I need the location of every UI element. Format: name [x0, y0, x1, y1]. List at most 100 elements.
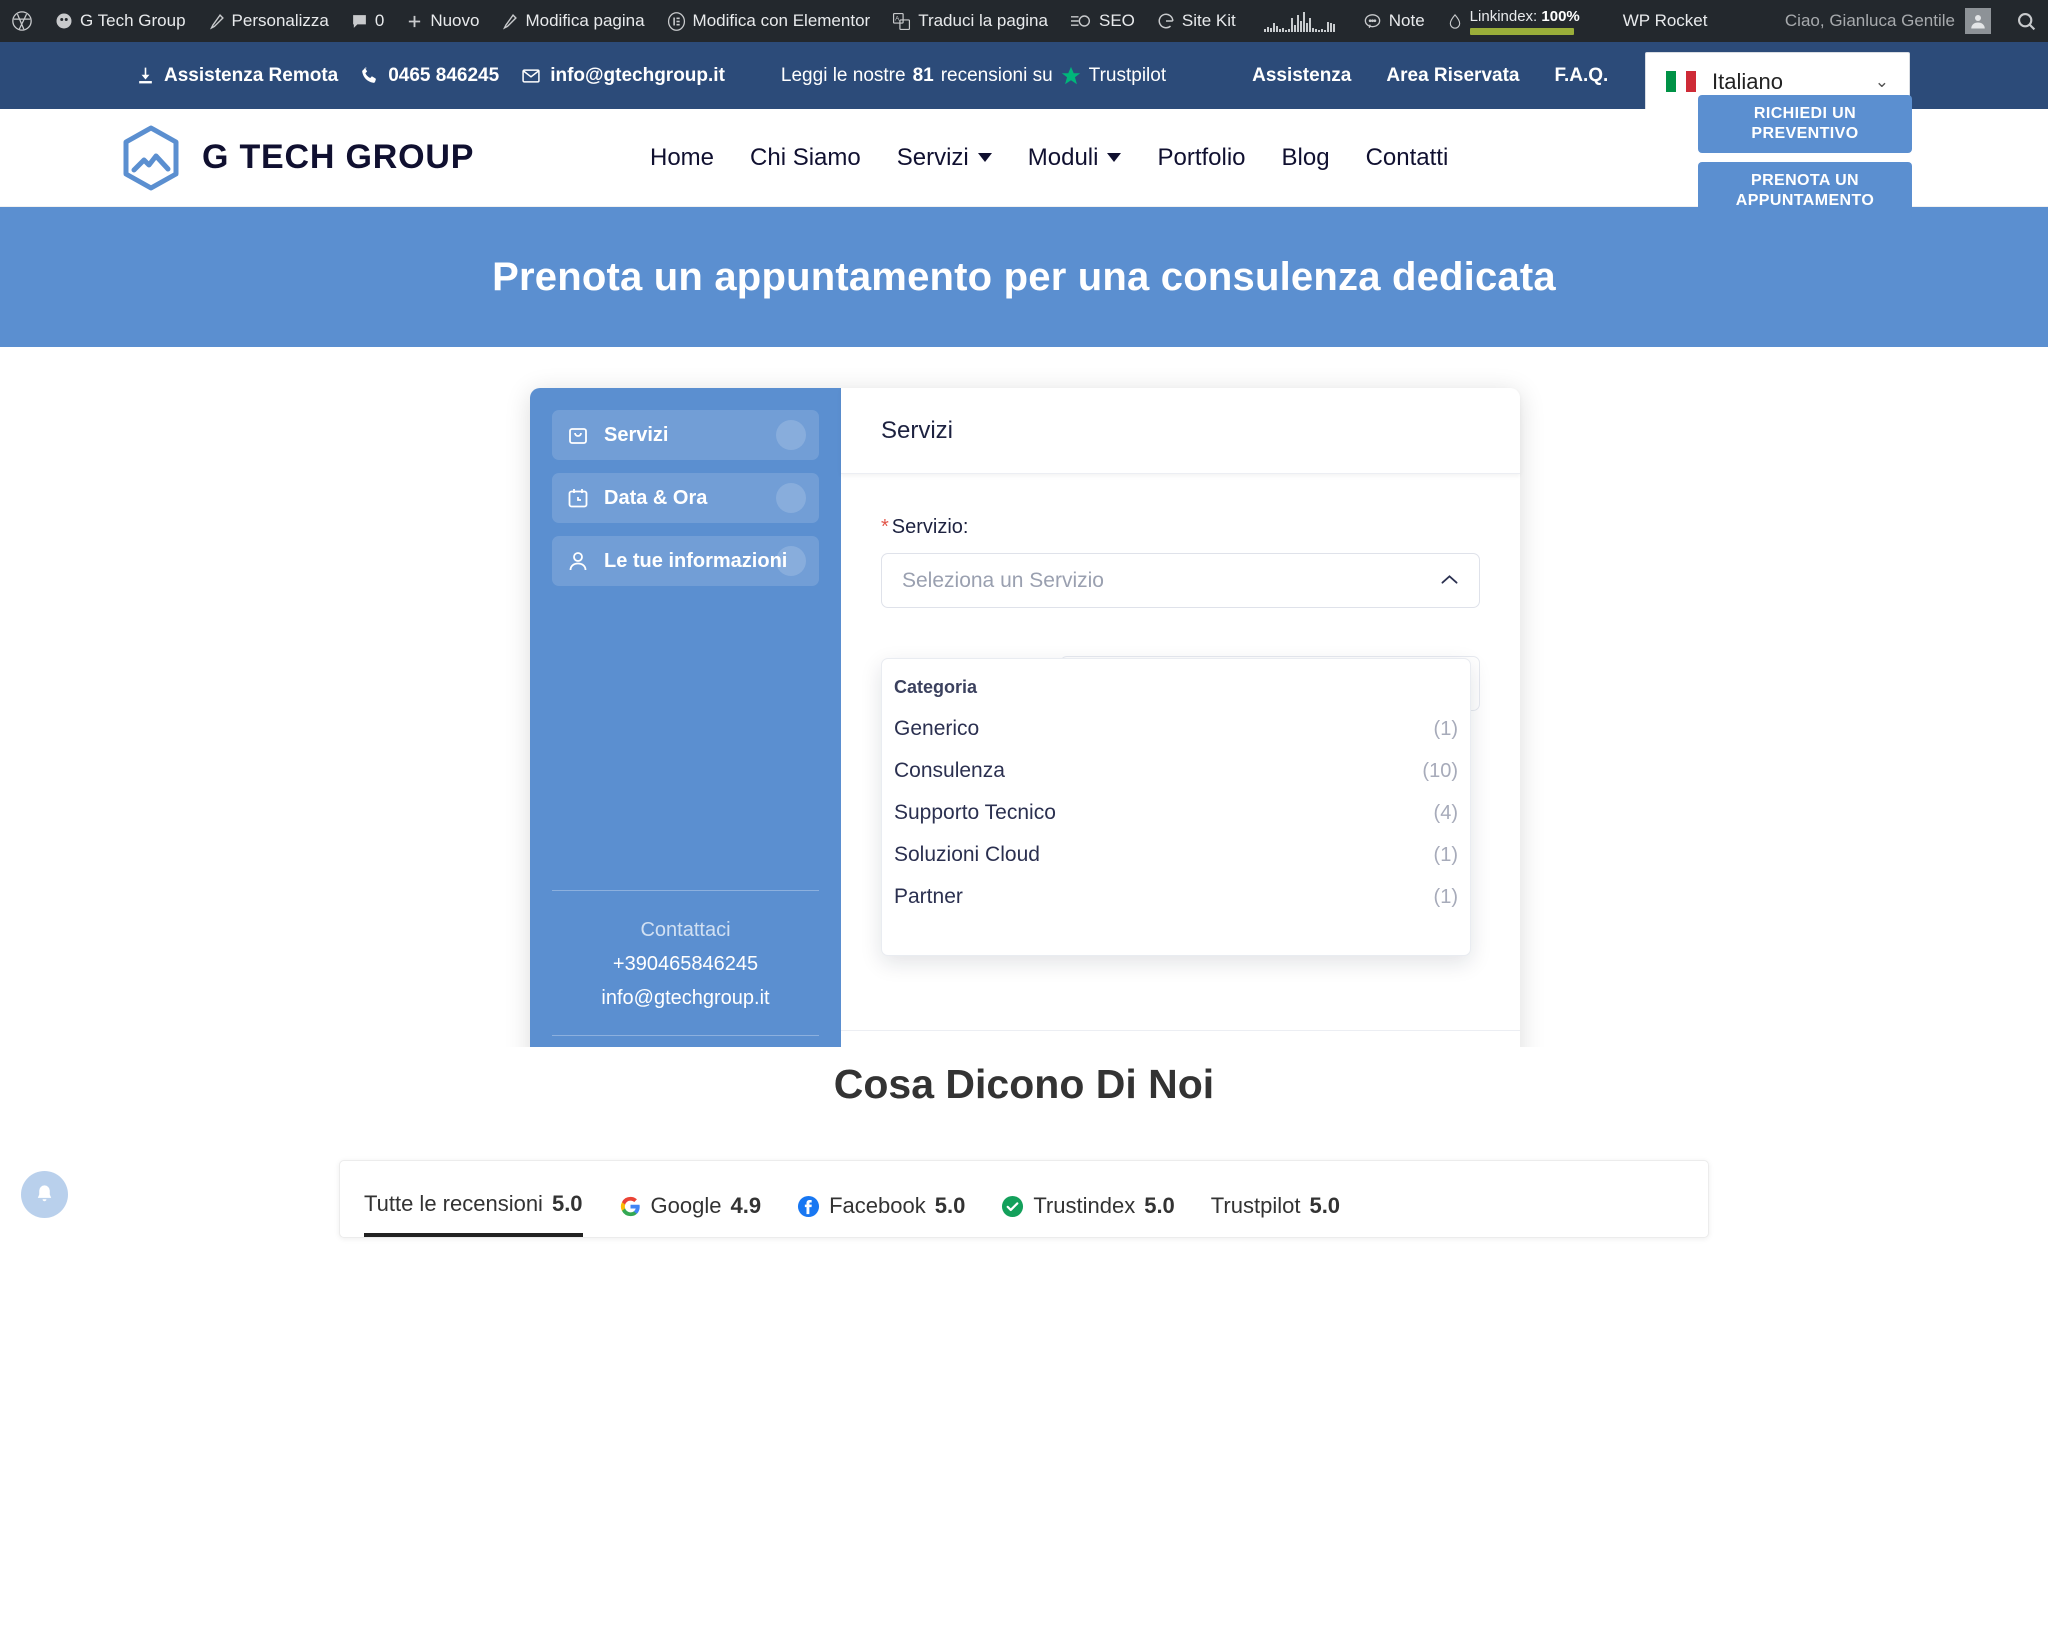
option-count: (1) — [1434, 844, 1458, 867]
bag-icon — [566, 423, 590, 447]
adminbar-item-note[interactable]: Note — [1352, 0, 1436, 42]
step-le-tue-informazioni[interactable]: Le tue informazioni — [552, 536, 819, 586]
logo-text: G TECH GROUP — [202, 138, 474, 177]
tab-google[interactable]: Google 4.9 — [619, 1193, 762, 1235]
nav-label-servizi: Servizi — [897, 144, 969, 172]
gtech-hexagon-logo-icon — [120, 125, 182, 191]
phone-link[interactable]: 0465 846245 — [360, 65, 499, 87]
adminbar-item-new[interactable]: Nuovo — [395, 0, 490, 42]
contact-email[interactable]: info@gtechgroup.it — [552, 981, 819, 1015]
language-label: Italiano — [1712, 69, 1783, 95]
adminbar-item-wp-rocket[interactable]: WP Rocket — [1595, 0, 1719, 42]
dropdown-group-header: Categoria — [882, 677, 1470, 698]
email-link[interactable]: info@gtechgroup.it — [521, 65, 725, 87]
topbar-link-area-riservata[interactable]: Area Riservata — [1386, 65, 1519, 87]
chevron-down-icon — [1107, 153, 1121, 162]
notification-bell-button[interactable] — [21, 1171, 68, 1218]
nav-item-chi-siamo[interactable]: Chi Siamo — [750, 144, 861, 172]
adminbar-item-customize[interactable]: Personalizza — [197, 0, 340, 42]
adminbar-item-elementor[interactable]: Modifica con Elementor — [656, 0, 882, 42]
service-select[interactable]: Seleziona un Servizio — [881, 553, 1480, 608]
topbar-link-assistenza[interactable]: Assistenza — [1252, 65, 1351, 87]
translate-icon: A — [892, 12, 911, 31]
adminbar-greeting[interactable]: Ciao, Gianluca Gentile — [1785, 11, 1965, 31]
trustpilot-reviews-link[interactable]: Leggi le nostre 81 recensioni su Trustpi… — [781, 65, 1166, 87]
remote-support-label: Assistenza Remota — [164, 65, 338, 87]
avatar[interactable] — [1965, 8, 1991, 34]
adminbar-new-label: Nuovo — [430, 11, 479, 31]
adminbar-translate-label: Traduci la pagina — [918, 11, 1048, 31]
step-servizi[interactable]: Servizi — [552, 410, 819, 460]
reviews-mid-text: recensioni su — [941, 65, 1053, 87]
search-icon — [2016, 11, 2037, 32]
adminbar-item-edit-page[interactable]: Modifica pagina — [490, 0, 655, 42]
topbar-link-faq[interactable]: F.A.Q. — [1554, 65, 1608, 87]
nav-label-home: Home — [650, 144, 714, 172]
tab-label: Tutte le recensioni — [364, 1191, 543, 1217]
adminbar-seo-label: SEO — [1099, 11, 1135, 31]
adminbar-site-kit-label: Site Kit — [1182, 11, 1236, 31]
adminbar-item-seo[interactable]: SEO — [1059, 0, 1146, 42]
panel-title: Servizi — [841, 388, 1520, 474]
option-count: (10) — [1422, 760, 1458, 783]
chevron-down-icon: ⌄ — [1875, 72, 1889, 92]
dropdown-option-supporto-tecnico[interactable]: Supporto Tecnico (4) — [882, 792, 1470, 834]
step-data-ora-indicator — [776, 483, 806, 513]
site-logo[interactable]: G TECH GROUP — [120, 125, 474, 191]
main-navigation: Home Chi Siamo Servizi Moduli Portfolio … — [650, 144, 1448, 172]
dropdown-option-generico[interactable]: Generico (1) — [882, 708, 1470, 750]
step-informazioni-label: Le tue informazioni — [604, 550, 787, 573]
nav-item-servizi[interactable]: Servizi — [897, 144, 992, 172]
dropdown-option-soluzioni-cloud[interactable]: Soluzioni Cloud (1) — [882, 834, 1470, 876]
adminbar-item-site[interactable]: G Tech Group — [44, 0, 197, 42]
nav-item-moduli[interactable]: Moduli — [1028, 144, 1122, 172]
book-appointment-button[interactable]: PRENOTA UN APPUNTAMENTO — [1698, 162, 1912, 220]
adminbar-item-wordpress[interactable] — [0, 0, 44, 42]
plus-icon — [406, 13, 423, 30]
tab-label: Trustindex — [1033, 1193, 1135, 1219]
tab-facebook[interactable]: Facebook 5.0 — [797, 1193, 965, 1235]
dropdown-option-partner[interactable]: Partner (1) — [882, 876, 1470, 918]
adminbar-item-linkindex[interactable]: Linkindex: 100% — [1436, 0, 1595, 42]
nav-item-blog[interactable]: Blog — [1282, 144, 1330, 172]
tab-label: Trustpilot — [1211, 1193, 1301, 1219]
seo-icon — [1070, 11, 1092, 31]
linkindex-value: 100% — [1541, 8, 1579, 25]
bell-icon — [33, 1183, 56, 1206]
nav-item-portfolio[interactable]: Portfolio — [1157, 144, 1245, 172]
remote-support-link[interactable]: Assistenza Remota — [136, 65, 338, 87]
contact-label: Contattaci — [552, 913, 819, 947]
option-count: (1) — [1434, 718, 1458, 741]
nav-item-contatti[interactable]: Contatti — [1366, 144, 1449, 172]
adminbar-item-site-kit[interactable]: Site Kit — [1146, 0, 1247, 42]
step-data-ora[interactable]: Data & Ora — [552, 473, 819, 523]
nav-item-home[interactable]: Home — [650, 144, 714, 172]
tab-trustindex[interactable]: Trustindex 5.0 — [1001, 1193, 1174, 1235]
reviews-pre-text: Leggi le nostre — [781, 65, 906, 87]
request-quote-button[interactable]: RICHIEDI UN PREVENTIVO — [1698, 95, 1912, 153]
adminbar-item-comments[interactable]: 0 — [340, 0, 395, 42]
option-label: Partner — [894, 885, 963, 909]
calendar-icon — [566, 486, 590, 510]
site-icon — [55, 12, 73, 30]
chevron-up-icon — [1440, 570, 1459, 591]
contact-phone[interactable]: +390465846245 — [552, 947, 819, 981]
reviews-section: Cosa Dicono Di Noi Tutte le recensioni 5… — [0, 1047, 2048, 1238]
option-count: (1) — [1434, 886, 1458, 909]
elementor-icon — [667, 12, 686, 31]
trustpilot-star-icon — [1060, 65, 1082, 87]
site-header: G TECH GROUP Home Chi Siamo Servizi Modu… — [0, 109, 2048, 207]
adminbar-customize-label: Personalizza — [232, 11, 329, 31]
dropdown-option-consulenza[interactable]: Consulenza (10) — [882, 750, 1470, 792]
tab-score: 5.0 — [552, 1191, 583, 1217]
tab-trustpilot[interactable]: Trustpilot 5.0 — [1211, 1193, 1340, 1235]
option-label: Soluzioni Cloud — [894, 843, 1040, 867]
tab-tutte-le-recensioni[interactable]: Tutte le recensioni 5.0 — [364, 1191, 583, 1237]
booking-main-panel: Servizi *Servizio: Seleziona un Servizio… — [841, 388, 1520, 1116]
adminbar-item-translate[interactable]: A Traduci la pagina — [881, 0, 1059, 42]
service-dropdown-list: Categoria Generico (1) Consulenza (10) S… — [881, 658, 1471, 956]
adminbar-search-button[interactable] — [2005, 0, 2048, 42]
adminbar-item-sparkline[interactable] — [1247, 0, 1352, 42]
service-label-text: Servizio: — [892, 516, 969, 538]
google-icon — [619, 1195, 642, 1218]
